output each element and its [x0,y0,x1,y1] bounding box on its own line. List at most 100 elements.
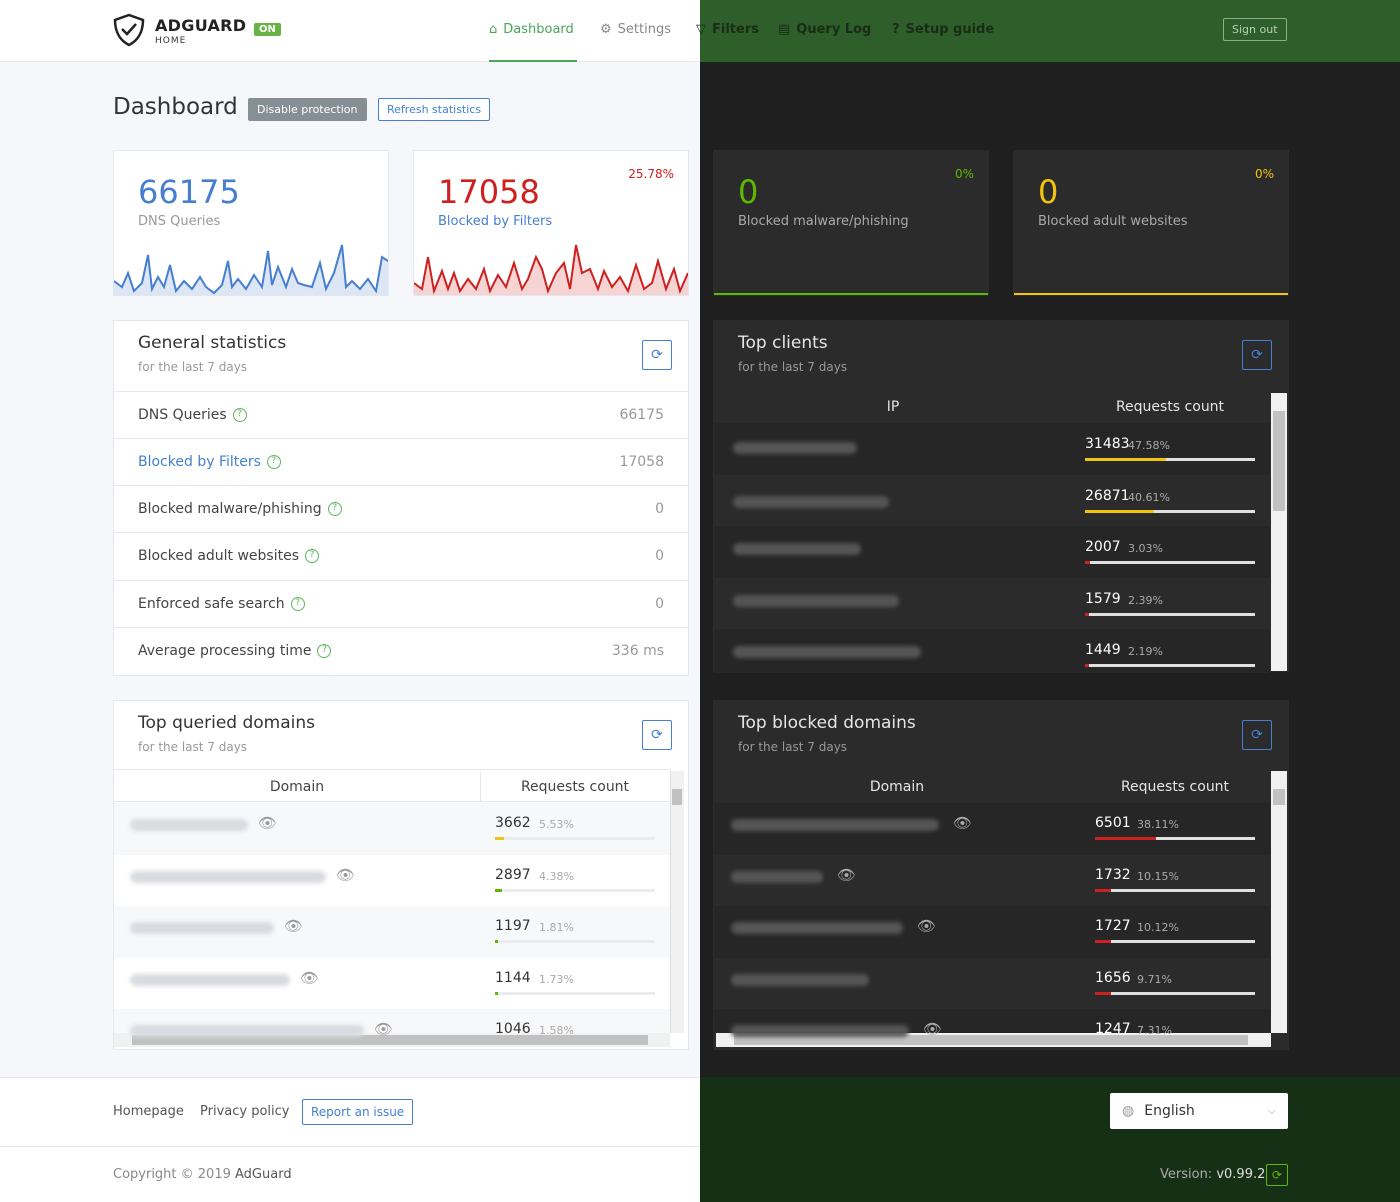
client-ip-redacted [733,442,857,454]
nav-query-log[interactable]: ▤ Query Log [778,22,871,37]
version-info: Version: v0.99.2 [1160,1167,1265,1182]
eye-icon[interactable]: 👁 [953,814,972,832]
help-icon[interactable]: ? [327,502,342,516]
section-subtitle: for the last 7 days [138,740,248,754]
column-header-count[interactable]: Requests count [1072,399,1268,415]
eye-icon[interactable]: 👁 [923,1020,942,1038]
sparkline-blocked-filters [414,244,688,295]
stat-value: 0 [655,501,664,517]
request-percent: 10.12% [1137,921,1179,934]
request-percent: 1.73% [539,973,574,986]
help-icon[interactable]: ? [232,408,247,422]
refresh-statistics-button[interactable]: Refresh statistics [378,98,491,121]
nav-settings[interactable]: ⚙ Settings [600,22,671,37]
privacy-policy-link[interactable]: Privacy policy [200,1104,289,1119]
column-header-domain[interactable]: Domain [714,779,1080,795]
progress-bar [1095,940,1255,943]
refresh-button[interactable]: ⟳ [642,340,672,370]
eye-icon[interactable]: 👁 [258,814,277,832]
sparkline-dns-queries [114,244,388,295]
refresh-icon: ⟳ [1251,347,1263,363]
eye-icon[interactable]: 👁 [837,866,856,884]
stat-label: Blocked malware/phishing [138,501,322,517]
version-label: Version: [1160,1167,1213,1182]
eye-icon[interactable]: 👁 [284,917,303,935]
scrollbar-thumb[interactable] [1273,411,1285,511]
nav-setup-guide[interactable]: ? Setup guide [892,22,994,37]
nav-dashboard[interactable]: ⌂ Dashboard [489,22,574,37]
homepage-link[interactable]: Homepage [113,1104,184,1119]
scrollbar-thumb[interactable] [1273,789,1285,805]
section-subtitle: for the last 7 days [738,360,848,374]
refresh-button[interactable]: ⟳ [1242,340,1272,370]
nav-settings-label: Settings [617,22,671,37]
stat-row-dns-queries: DNS Queries? 66175 [114,391,688,438]
language-select[interactable]: ◍ English ⌵ [1110,1093,1288,1129]
document-icon: ▤ [778,22,791,37]
request-percent: 47.58% [1128,439,1170,452]
request-count: 1144 [495,970,531,986]
progress-fill [1085,561,1091,564]
help-icon[interactable]: ? [290,597,305,611]
request-count: 1656 [1095,970,1131,986]
progress-fill [1095,992,1111,995]
request-count: 1449 [1085,642,1121,658]
column-header-count[interactable]: Requests count [1080,779,1270,795]
stat-label[interactable]: Blocked by Filters [138,454,261,470]
request-percent: 1.81% [539,921,574,934]
eye-icon[interactable]: 👁 [300,969,319,987]
client-ip-redacted [733,646,921,658]
stat-value: 0 [655,596,664,612]
domain-redacted [130,1025,364,1037]
refresh-button[interactable]: ⟳ [1242,720,1272,750]
summary-value: 0 [738,173,759,211]
column-header-domain[interactable]: Domain [114,779,480,795]
language-value: English [1144,1103,1195,1119]
progress-fill [495,940,498,943]
copyright-brand-link[interactable]: AdGuard [235,1167,292,1182]
request-count: 1197 [495,918,531,934]
footer-divider [0,1146,700,1147]
refresh-icon: ⟳ [651,727,663,743]
report-issue-button[interactable]: Report an issue [302,1099,414,1125]
scrollbar-vertical[interactable] [1271,771,1287,1033]
request-percent: 7.31% [1137,1024,1172,1037]
stat-row-safe-search: Enforced safe search? 0 [114,580,688,627]
sign-out-button[interactable]: Sign out [1223,18,1287,41]
progress-bar [1095,992,1255,995]
column-header-count[interactable]: Requests count [480,779,670,795]
eye-icon[interactable]: 👁 [336,866,355,884]
request-percent: 40.61% [1128,491,1170,504]
stat-label: Average processing time [138,643,312,659]
progress-fill [495,889,502,892]
eye-icon[interactable]: 👁 [374,1020,393,1038]
scrollbar-thumb[interactable] [672,789,682,805]
client-ip-redacted [733,595,899,607]
help-icon[interactable]: ? [266,455,281,469]
request-count: 1046 [495,1021,531,1037]
page-title: Dashboard [113,94,238,120]
copyright-text: Copyright © 2019 [113,1167,231,1182]
scrollbar-vertical[interactable] [670,771,684,1033]
summary-percent: 0% [954,167,974,181]
copyright: Copyright © 2019 AdGuard [113,1167,292,1182]
logo[interactable] [112,13,146,51]
stat-row-avg-time: Average processing time? 336 ms [114,627,688,674]
domain-redacted [731,1025,909,1037]
chevron-down-icon: ⌵ [1267,1104,1276,1117]
progress-bar [1095,889,1255,892]
nav-filters[interactable]: ▽ Filters [696,22,759,37]
refresh-button[interactable]: ⟳ [642,720,672,750]
progress-bar [1085,613,1255,616]
section-subtitle: for the last 7 days [738,740,848,754]
progress-bar [495,940,655,943]
help-icon[interactable]: ? [317,644,332,658]
domain-redacted [731,871,823,883]
eye-icon[interactable]: 👁 [917,917,936,935]
column-header-ip[interactable]: IP [714,399,1072,415]
footer-light [0,1077,700,1202]
home-icon: ⌂ [489,22,498,37]
help-icon[interactable]: ? [305,549,320,563]
check-updates-button[interactable]: ⟳ [1266,1164,1288,1186]
disable-protection-button[interactable]: Disable protection [248,98,367,121]
